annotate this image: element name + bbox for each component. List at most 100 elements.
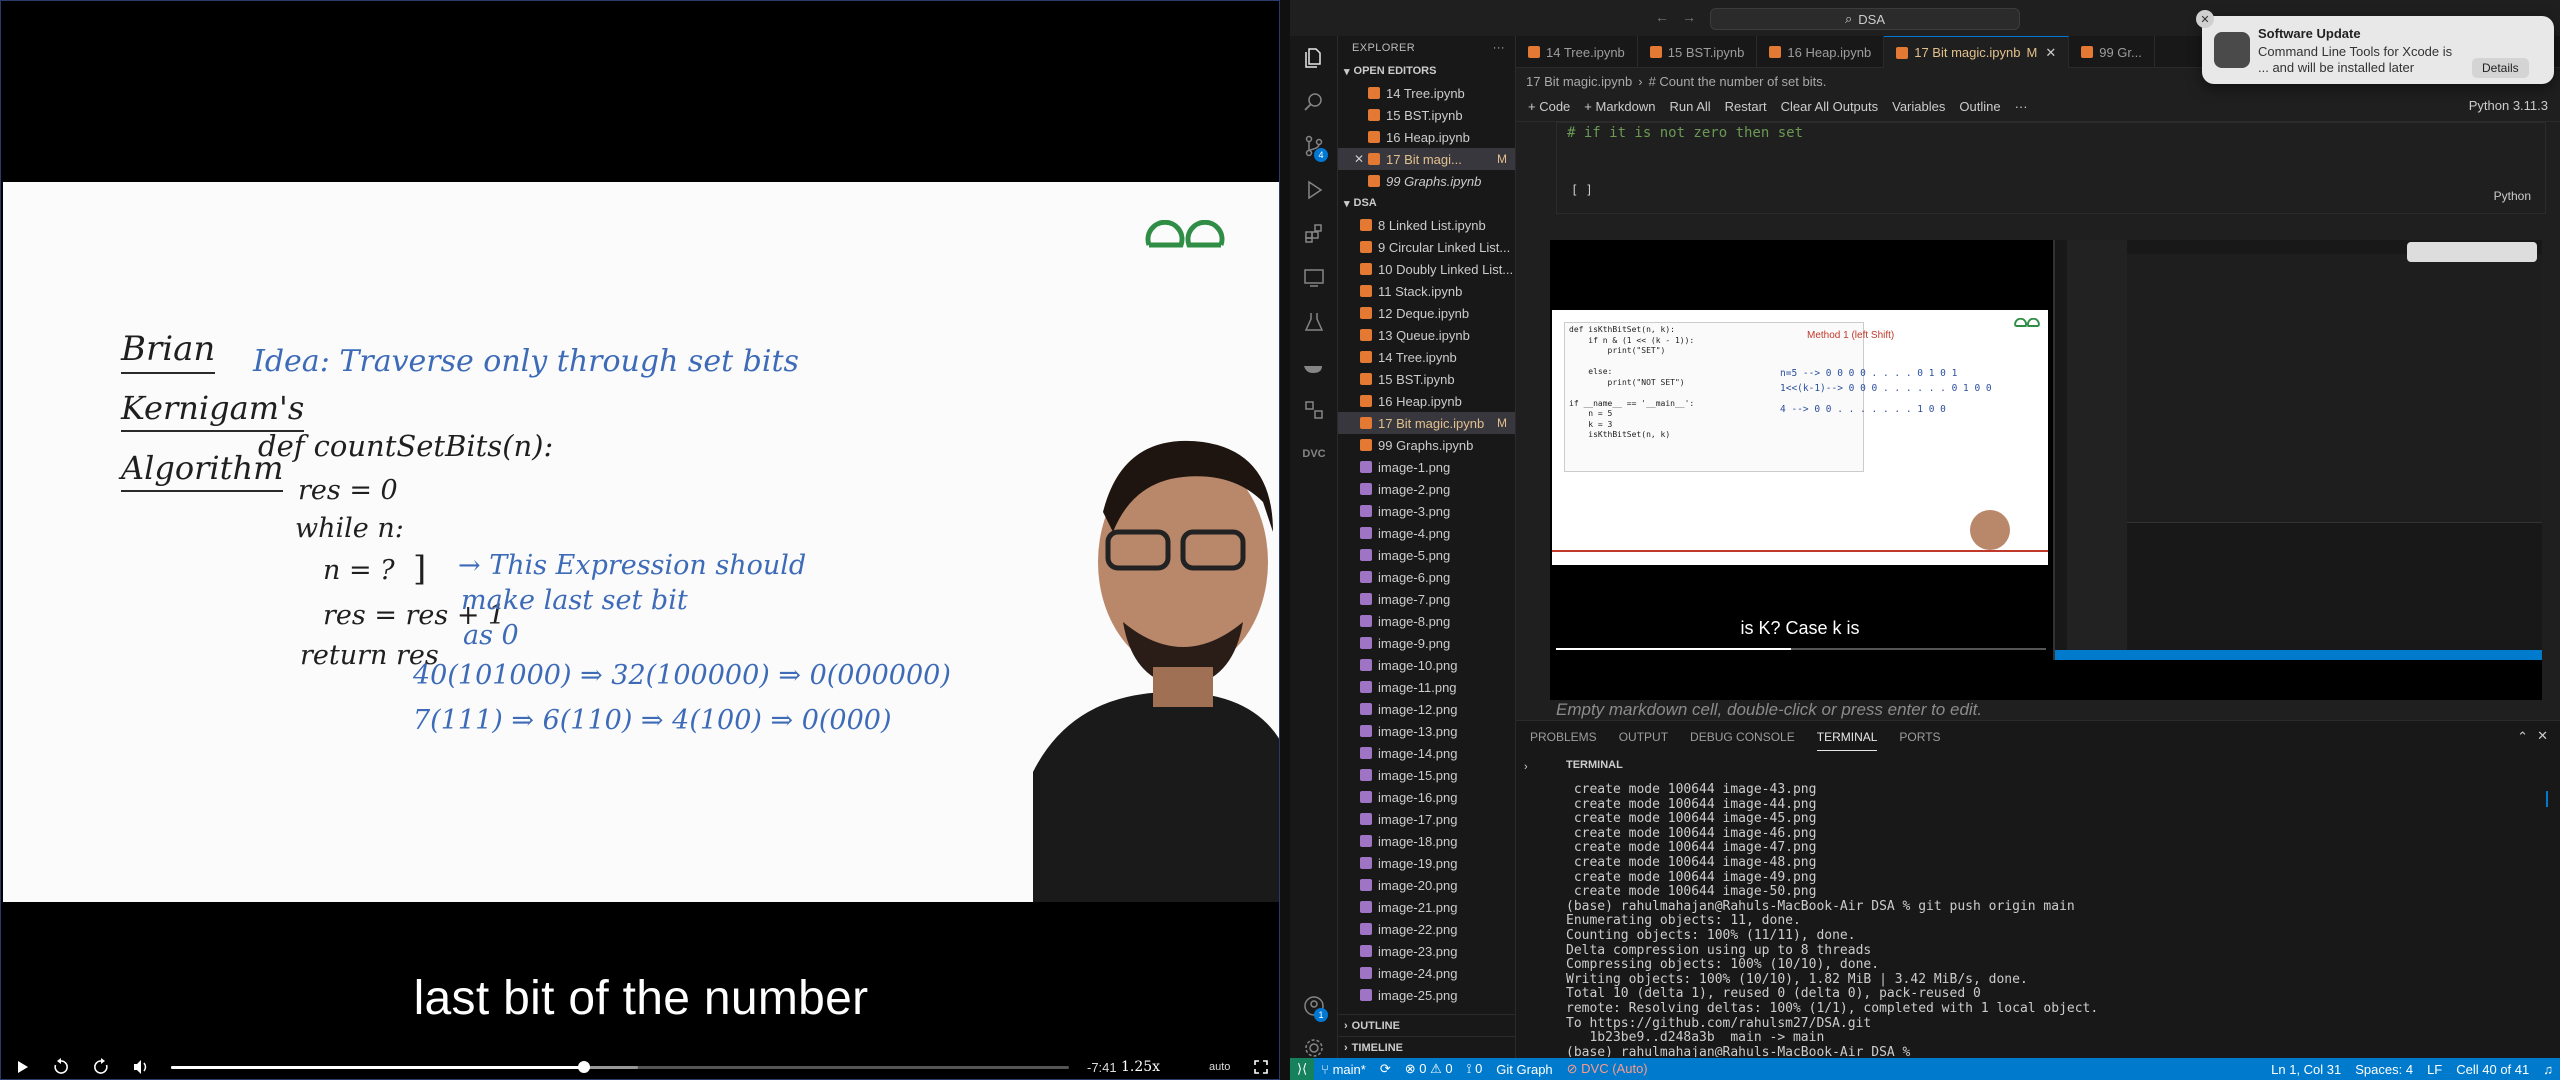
cell-code[interactable]: # if it is not zero then set — [1557, 123, 2545, 143]
dvc-status[interactable]: ⊘ DVC (Auto) — [1560, 1061, 1655, 1077]
file-item[interactable]: 12 Deque.ipynb — [1338, 302, 1515, 324]
file-item[interactable]: image-5.png — [1338, 544, 1515, 566]
file-item[interactable]: 13 Queue.ipynb — [1338, 324, 1515, 346]
file-item[interactable]: image-9.png — [1338, 632, 1515, 654]
cursor-position[interactable]: Ln 1, Col 31 — [2264, 1062, 2348, 1077]
indentation[interactable]: Spaces: 4 — [2348, 1062, 2420, 1077]
progress-knob[interactable] — [578, 1061, 591, 1073]
maximize-panel-icon[interactable]: ⌃ — [2517, 729, 2528, 745]
cell-indicator[interactable]: Cell 40 of 41 — [2449, 1062, 2536, 1077]
outline-header[interactable]: › OUTLINE — [1338, 1014, 1515, 1036]
cell-language[interactable]: Python — [2494, 189, 2531, 203]
kernel-picker[interactable]: Python 3.11.3 — [2469, 98, 2548, 113]
close-tab-icon[interactable]: ✕ — [2045, 45, 2056, 61]
timeline-header[interactable]: › TIMELINE — [1338, 1036, 1515, 1058]
chevron-right-icon[interactable]: › — [1524, 761, 1528, 773]
panel-tab[interactable]: PROBLEMS — [1530, 730, 1597, 744]
file-item[interactable]: 16 Heap.ipynb — [1338, 390, 1515, 412]
branch-indicator[interactable]: ⑂ main* — [1314, 1062, 1373, 1077]
empty-markdown-cell[interactable]: Empty markdown cell, double-click or pre… — [1556, 700, 1982, 720]
search-button[interactable] — [1290, 80, 1338, 124]
close-notification-icon[interactable]: ✕ — [2196, 10, 2214, 28]
file-item[interactable]: image-25.png — [1338, 984, 1515, 1006]
notebook-toolbar-button[interactable]: Variables — [1892, 99, 1945, 114]
file-item[interactable]: image-18.png — [1338, 830, 1515, 852]
file-item[interactable]: image-11.png — [1338, 676, 1515, 698]
open-editor-item[interactable]: 16 Heap.ipynb — [1338, 126, 1515, 148]
open-editor-item[interactable]: 99 Graphs.ipynb — [1338, 170, 1515, 192]
file-item[interactable]: 9 Circular Linked List... — [1338, 236, 1515, 258]
file-item[interactable]: 14 Tree.ipynb — [1338, 346, 1515, 368]
file-item[interactable]: image-8.png — [1338, 610, 1515, 632]
notebook-toolbar-button[interactable]: ··· — [2015, 99, 2028, 114]
remote-explorer-button[interactable] — [1290, 256, 1338, 300]
fullscreen-button[interactable] — [1241, 1053, 1279, 1079]
close-icon[interactable]: ✕ — [1354, 152, 1364, 166]
file-item[interactable]: image-22.png — [1338, 918, 1515, 940]
git-graph-button[interactable]: Git Graph — [1489, 1062, 1559, 1077]
forward-arrow-icon[interactable]: → — [1682, 9, 1696, 25]
testing-button[interactable] — [1290, 300, 1338, 344]
file-item[interactable]: image-14.png — [1338, 742, 1515, 764]
breadcrumb-file[interactable]: 17 Bit magic.ipynb — [1526, 74, 1632, 89]
source-control-button[interactable]: 4 — [1290, 124, 1338, 168]
file-item[interactable]: 15 BST.ipynb — [1338, 368, 1515, 390]
forward-button[interactable] — [81, 1053, 121, 1079]
software-update-notification[interactable]: ✕ Software Update Command Line Tools for… — [2196, 10, 2554, 84]
speed-button[interactable]: 1.25x — [1121, 1059, 1160, 1075]
remote-indicator-icon[interactable]: ⟩⟨ — [1290, 1058, 1315, 1080]
file-item[interactable]: image-13.png — [1338, 720, 1515, 742]
file-item[interactable]: 11 Stack.ipynb — [1338, 280, 1515, 302]
video-player[interactable]: Brian Kernigam's Algorithm Idea: Travers… — [0, 0, 1280, 1080]
rewind-button[interactable] — [41, 1053, 81, 1079]
panel-tab[interactable]: TERMINAL — [1816, 730, 1878, 751]
quality-button[interactable]: auto — [1209, 1061, 1230, 1073]
notebook-toolbar-button[interactable]: Restart — [1725, 99, 1767, 114]
file-item[interactable]: 99 Graphs.ipynb — [1338, 434, 1515, 456]
file-item[interactable]: image-4.png — [1338, 522, 1515, 544]
file-item[interactable]: image-15.png — [1338, 764, 1515, 786]
extensions-button[interactable] — [1290, 212, 1338, 256]
editor-tab[interactable]: 15 BST.ipynb — [1638, 36, 1758, 68]
back-arrow-icon[interactable]: ← — [1655, 9, 1669, 25]
dvc-logo-icon[interactable]: DVC — [1290, 432, 1338, 476]
file-item[interactable]: image-23.png — [1338, 940, 1515, 962]
file-item[interactable]: image-16.png — [1338, 786, 1515, 808]
open-editor-item[interactable]: ✕ 17 Bit magi... M — [1338, 148, 1515, 170]
notebook-toolbar-button[interactable]: + Markdown — [1584, 99, 1655, 114]
breadcrumb-heading[interactable]: # Count the number of set bits. — [1649, 74, 1827, 89]
volume-button[interactable] — [121, 1053, 161, 1079]
panel-tab[interactable]: DEBUG CONSOLE — [1690, 730, 1795, 744]
file-item[interactable]: image-21.png — [1338, 896, 1515, 918]
notebook-toolbar-button[interactable]: Outline — [1959, 99, 2000, 114]
close-panel-icon[interactable]: ✕ — [2537, 728, 2548, 744]
notifications-bell-icon[interactable]: ♫ — [2536, 1062, 2560, 1077]
file-item[interactable]: image-20.png — [1338, 874, 1515, 896]
accounts-button[interactable]: 1 — [1290, 984, 1338, 1028]
file-item[interactable]: image-2.png — [1338, 478, 1515, 500]
command-center[interactable]: ⌕ DSA — [1710, 8, 2020, 30]
editor-tab[interactable]: 16 Heap.ipynb — [1757, 36, 1885, 68]
file-item[interactable]: 17 Bit magic.ipynb M — [1338, 412, 1515, 434]
editor-tab[interactable]: 14 Tree.ipynb — [1516, 36, 1638, 68]
file-item[interactable]: image-1.png — [1338, 456, 1515, 478]
panel-tab[interactable]: PORTS — [1899, 730, 1940, 744]
dvc-button[interactable] — [1290, 388, 1338, 432]
file-item[interactable]: image-12.png — [1338, 698, 1515, 720]
open-editor-item[interactable]: 14 Tree.ipynb — [1338, 82, 1515, 104]
line-endings[interactable]: LF — [2420, 1062, 2449, 1077]
file-item[interactable]: image-19.png — [1338, 852, 1515, 874]
file-item[interactable]: image-24.png — [1338, 962, 1515, 984]
docker-button[interactable] — [1290, 344, 1338, 388]
more-actions-icon[interactable]: ··· — [1493, 42, 1505, 54]
play-button[interactable] — [3, 1053, 43, 1079]
file-item[interactable]: 8 Linked List.ipynb — [1338, 214, 1515, 236]
file-item[interactable]: 10 Doubly Linked List... — [1338, 258, 1515, 280]
sync-icon[interactable]: ⟳ — [1373, 1061, 1398, 1077]
code-cell[interactable]: # if it is not zero then set [ ] Python — [1556, 122, 2546, 214]
ports-indicator[interactable]: ⟟ 0 — [1460, 1061, 1490, 1077]
notebook-toolbar-button[interactable]: + Code — [1528, 99, 1570, 114]
panel-tab[interactable]: OUTPUT — [1619, 730, 1668, 744]
progress-slider[interactable] — [171, 1061, 1069, 1073]
file-item[interactable]: image-10.png — [1338, 654, 1515, 676]
